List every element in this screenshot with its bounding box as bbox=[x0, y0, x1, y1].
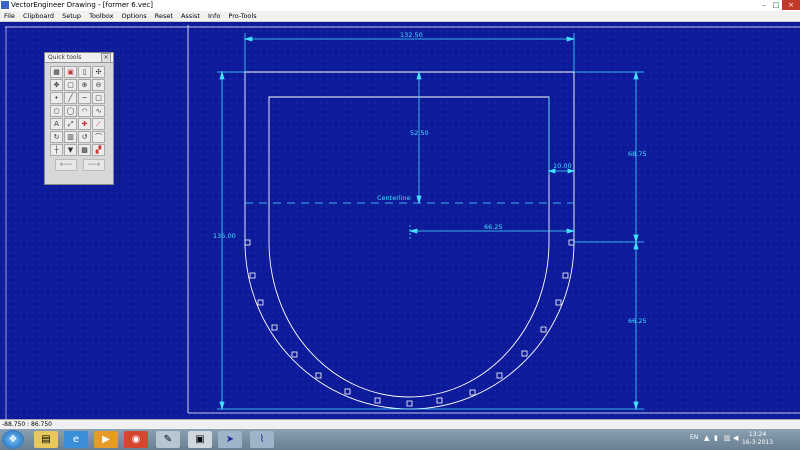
app-icon bbox=[1, 1, 9, 9]
zoom-out-icon[interactable]: ⊖ bbox=[92, 79, 105, 91]
quick-tools-panel: Quick tools × ▦ ▣ ▯ ✣ ✥ ▢ ⊕ ⊖ • ╱ ─ □ ○ … bbox=[44, 52, 114, 185]
vertical-icon[interactable]: ┼ bbox=[50, 144, 63, 156]
new-page-icon[interactable]: ▯ bbox=[78, 66, 91, 78]
other-app-icon[interactable]: ⌇ bbox=[250, 431, 274, 448]
network-icon[interactable]: ▥ bbox=[724, 434, 731, 442]
text-icon[interactable]: A bbox=[50, 118, 63, 130]
quick-tools-grid: ▦ ▣ ▯ ✣ ✥ ▢ ⊕ ⊖ • ╱ ─ □ ○ ◯ ◠ ∿ A ⤢ ✚ ⟋ … bbox=[45, 63, 113, 159]
undo-icon[interactable]: ↺ bbox=[78, 131, 91, 143]
menu-options[interactable]: Options bbox=[122, 12, 147, 20]
image-icon[interactable]: ▢ bbox=[64, 79, 77, 91]
system-tray: EN ▲ ▮ ▥ ◀ 13:24 16-3-2013 bbox=[690, 429, 800, 450]
ie-icon[interactable]: e bbox=[64, 431, 88, 448]
quick-tools-title-text: Quick tools bbox=[48, 54, 82, 61]
arc-icon[interactable]: ◠ bbox=[78, 105, 91, 117]
grid-icon[interactable]: ▦ bbox=[50, 66, 63, 78]
fillet-icon[interactable]: ⌒ bbox=[92, 131, 105, 143]
zoom-in-icon[interactable]: ⊕ bbox=[78, 79, 91, 91]
dim-offset-label: 10.00 bbox=[553, 162, 572, 170]
layers-icon[interactable]: ▣ bbox=[64, 66, 77, 78]
dim-radius-label: 66.25 bbox=[484, 223, 503, 231]
taskbar: ❖ ▤ e ▶ ◉ ✎ ▣ ➤ ⌇ EN ▲ ▮ ▥ ◀ 13:24 16-3-… bbox=[0, 429, 800, 450]
language-indicator[interactable]: EN bbox=[690, 434, 698, 441]
menu-info[interactable]: Info bbox=[208, 12, 220, 20]
terminal-icon[interactable]: ▣ bbox=[188, 431, 212, 448]
move-icon[interactable]: ✥ bbox=[50, 79, 63, 91]
trim-icon[interactable]: ✚ bbox=[78, 118, 91, 130]
menu-pro-tools[interactable]: Pro-Tools bbox=[228, 12, 256, 20]
explorer-icon[interactable]: ▤ bbox=[34, 431, 58, 448]
notches bbox=[244, 239, 575, 407]
quick-tools-close-button[interactable]: × bbox=[101, 53, 111, 63]
menu-toolbox[interactable]: Toolbox bbox=[89, 12, 113, 20]
point-icon[interactable]: • bbox=[50, 92, 63, 104]
chrome-icon[interactable]: ◉ bbox=[124, 431, 148, 448]
clock-date: 16-3-2013 bbox=[742, 439, 774, 446]
rotate-icon[interactable]: ↻ bbox=[50, 131, 63, 143]
maximize-button[interactable]: □ bbox=[770, 0, 782, 10]
color-icon[interactable]: ▞ bbox=[92, 144, 105, 156]
hatch-icon[interactable]: ▩ bbox=[78, 144, 91, 156]
windows-start-icon[interactable]: ❖ bbox=[2, 430, 24, 449]
chevron-up-icon[interactable]: ▲ bbox=[704, 434, 709, 442]
menu-bar: File Clipboard Setup Toolbox Options Res… bbox=[0, 11, 800, 22]
ellipse-icon[interactable]: ◯ bbox=[64, 105, 77, 117]
drawing-svg[interactable]: Centerline 132.50 52.50 10.00 66.25 135.… bbox=[0, 22, 800, 419]
rect-icon[interactable]: □ bbox=[92, 92, 105, 104]
curve-icon[interactable]: ∿ bbox=[92, 105, 105, 117]
volume-icon[interactable]: ◀ bbox=[733, 434, 738, 442]
dim-depth-label: 52.50 bbox=[410, 129, 429, 137]
dimension-icon[interactable]: ⟋ bbox=[92, 118, 105, 130]
inner-contour bbox=[268, 96, 550, 398]
circle-icon[interactable]: ○ bbox=[50, 105, 63, 117]
measure-icon[interactable]: ⤢ bbox=[64, 118, 77, 130]
menu-file[interactable]: File bbox=[4, 12, 15, 20]
line-icon[interactable]: ╱ bbox=[64, 92, 77, 104]
drawing-canvas[interactable]: Centerline 132.50 52.50 10.00 66.25 135.… bbox=[0, 22, 800, 419]
paint-icon[interactable]: ✎ bbox=[156, 431, 180, 448]
clock[interactable]: 13:24 16-3-2013 bbox=[742, 431, 773, 447]
cursor-coordinates: -88.750 : 86.750 bbox=[2, 421, 52, 428]
dim-lower-height-label: 66.25 bbox=[628, 317, 647, 325]
fill-icon[interactable]: ▼ bbox=[64, 144, 77, 156]
quick-tools-title[interactable]: Quick tools × bbox=[45, 53, 113, 63]
battery-icon[interactable]: ▮ bbox=[714, 434, 718, 442]
outer-contour bbox=[244, 71, 575, 410]
prev-tools-button[interactable]: ⟵ bbox=[55, 159, 77, 171]
menu-assist[interactable]: Assist bbox=[181, 12, 200, 20]
snap-icon[interactable]: ✣ bbox=[92, 66, 105, 78]
minimize-button[interactable]: – bbox=[758, 0, 770, 10]
dim-upper-height-label: 68.75 bbox=[628, 150, 647, 158]
window-title: VectorEngineer Drawing - [former 6.vec] bbox=[11, 1, 153, 9]
dim-width-top-label: 132.50 bbox=[400, 31, 423, 39]
dim-total-height-label: 135.00 bbox=[213, 232, 236, 240]
next-tools-button[interactable]: ⟶ bbox=[83, 159, 105, 171]
dim-depth bbox=[416, 70, 422, 205]
hline-icon[interactable]: ─ bbox=[78, 92, 91, 104]
close-button[interactable]: × bbox=[782, 0, 800, 10]
vectorengineer-icon[interactable]: ➤ bbox=[218, 431, 242, 448]
centerline-label: Centerline bbox=[377, 194, 411, 202]
dim-total-height bbox=[217, 70, 410, 411]
menu-reset[interactable]: Reset bbox=[155, 12, 173, 20]
clock-time: 13:24 bbox=[748, 431, 767, 438]
media-player-icon[interactable]: ▶ bbox=[94, 431, 118, 448]
menu-clipboard[interactable]: Clipboard bbox=[23, 12, 54, 20]
menu-setup[interactable]: Setup bbox=[62, 12, 81, 20]
mirror-icon[interactable]: ▥ bbox=[64, 131, 77, 143]
